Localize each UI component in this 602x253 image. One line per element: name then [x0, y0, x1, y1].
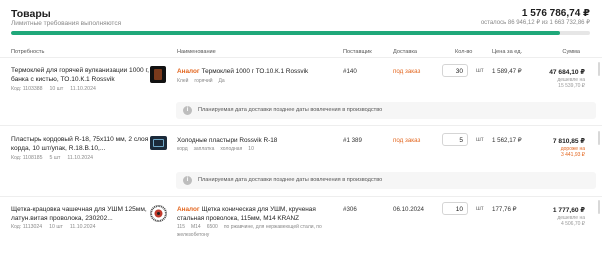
- product-name[interactable]: Аналог Термоклей 1000 г ТО.10.К.1 Rossvik: [177, 68, 337, 77]
- product-image[interactable]: [150, 66, 166, 83]
- column-qty: Кол-во: [455, 49, 473, 55]
- product-title: Холодные пластыри Rossvik R-18: [177, 137, 278, 144]
- tag: 10: [248, 146, 254, 152]
- delivery-date: 06.10.2024: [393, 206, 424, 213]
- column-delivery: Доставка: [393, 49, 418, 55]
- row-sum: 1 777,60 ₽: [552, 207, 585, 214]
- supplier-link[interactable]: #306: [343, 206, 357, 213]
- need-qty: 10 шт: [49, 86, 64, 92]
- limit-progress-fill: [11, 31, 560, 35]
- tag: 6500: [206, 224, 218, 230]
- sum-diff-value: 15 539,70 ₽: [558, 83, 585, 89]
- delivery-status: под заказ: [393, 137, 421, 144]
- column-sum: Сумма: [562, 49, 580, 55]
- need-code: Код: 1108185: [11, 155, 43, 161]
- need-meta: Код: 1113024 10 шт 11.10.2024: [11, 224, 102, 230]
- need-description: Пластырь кордовый R-18, 75х110 мм, 2 сло…: [11, 136, 149, 152]
- tag: корд: [177, 146, 188, 152]
- supplier-link[interactable]: #1 389: [343, 137, 362, 144]
- product-image[interactable]: [150, 205, 167, 222]
- quantity-input[interactable]: [442, 133, 468, 146]
- tag: холодная: [220, 146, 243, 152]
- need-meta: Код: 1103388 10 шт 11.10.2024: [11, 86, 103, 92]
- product-image[interactable]: [150, 136, 167, 150]
- limit-progress-bar: [11, 31, 590, 35]
- sum-diff-value: 3 441,93 ₽: [560, 152, 585, 158]
- column-need: Потребность: [11, 49, 45, 55]
- delivery-warning: i Планируемая дата доставки позднее даты…: [176, 172, 596, 189]
- quantity-input[interactable]: [442, 64, 468, 77]
- warning-text: Планируемая дата доставки позднее даты в…: [198, 107, 383, 113]
- product-title: Термоклей 1000 г ТО.10.К.1 Rossvik: [201, 68, 309, 75]
- info-icon: i: [183, 176, 192, 185]
- tag: 115: [177, 224, 185, 230]
- quantity-input[interactable]: [442, 202, 468, 215]
- need-date: 11.10.2024: [70, 86, 96, 92]
- quantity-unit: шт: [476, 68, 484, 74]
- need-code: Код: 1113024: [11, 224, 43, 230]
- product-name[interactable]: Холодные пластыри Rossvik R-18: [177, 137, 337, 146]
- divider: [0, 57, 602, 58]
- tag: заплатка: [193, 146, 215, 152]
- column-name: Наименование: [177, 49, 216, 55]
- limits-status: Лимитные требования выполняются: [11, 20, 122, 27]
- divider: [0, 196, 602, 197]
- product-tags: 115 М14 6500 по ржавчине, для нержавеющей с…: [177, 224, 337, 239]
- supplier-link[interactable]: #140: [343, 68, 357, 75]
- row-scrollbar[interactable]: [598, 200, 600, 214]
- tag: Да: [218, 78, 225, 84]
- need-date: 11.10.2024: [67, 155, 93, 161]
- need-date: 11.10.2024: [69, 224, 96, 230]
- delivery-warning: i Планируемая дата доставки позднее даты…: [176, 102, 596, 119]
- product-name[interactable]: Аналог Щетка коническая для УШМ, крученая…: [177, 206, 337, 223]
- product-image-pack: [153, 139, 164, 147]
- need-description: Щетка-крацовка чашечная для УШМ 125мм, л…: [11, 206, 147, 222]
- column-price: Цена за ед.: [492, 49, 523, 55]
- need-description: Термоклей для горячей вулканизации 1000 …: [11, 67, 149, 83]
- column-supplier: Поставщик: [343, 49, 372, 55]
- analog-badge: Аналог: [177, 68, 200, 75]
- unit-price: 1 589,47 ₽: [492, 68, 522, 75]
- row-sum: 47 684,10 ₽: [549, 69, 585, 76]
- sum-diff-value: 4 506,70 ₽: [560, 221, 585, 227]
- unit-price: 1 562,17 ₽: [492, 137, 522, 144]
- unit-price: 177,76 ₽: [492, 206, 517, 213]
- need-meta: Код: 1108185 5 шт 11.10.2024: [11, 155, 100, 161]
- remaining-amount: осталось 86 946,12 ₽ из 1 663 732,86 ₽: [480, 20, 590, 26]
- product-image-can: [154, 69, 162, 80]
- product-tags: корд заплатка холодная 10: [177, 146, 337, 154]
- row-scrollbar[interactable]: [598, 131, 600, 145]
- quantity-unit: шт: [476, 137, 484, 143]
- need-code: Код: 1103388: [11, 86, 43, 92]
- page-title: Товары: [11, 8, 51, 20]
- tag: Клей: [177, 78, 189, 84]
- info-icon: i: [183, 106, 192, 115]
- warning-text: Планируемая дата доставки позднее даты в…: [198, 177, 383, 183]
- tag: горячий: [194, 78, 213, 84]
- analog-badge: Аналог: [177, 206, 200, 213]
- row-sum: 7 810,85 ₽: [552, 138, 585, 145]
- delivery-status: под заказ: [393, 68, 421, 75]
- need-qty: 10 шт: [49, 224, 63, 230]
- row-scrollbar[interactable]: [598, 62, 600, 76]
- divider: [0, 125, 602, 126]
- tag: М14: [190, 224, 201, 230]
- total-amount: 1 576 786,74 ₽: [521, 8, 590, 19]
- need-qty: 5 шт: [49, 155, 61, 161]
- brush-icon: [150, 205, 167, 222]
- quantity-unit: шт: [476, 206, 484, 212]
- product-tags: Клей горячий Да: [177, 78, 337, 86]
